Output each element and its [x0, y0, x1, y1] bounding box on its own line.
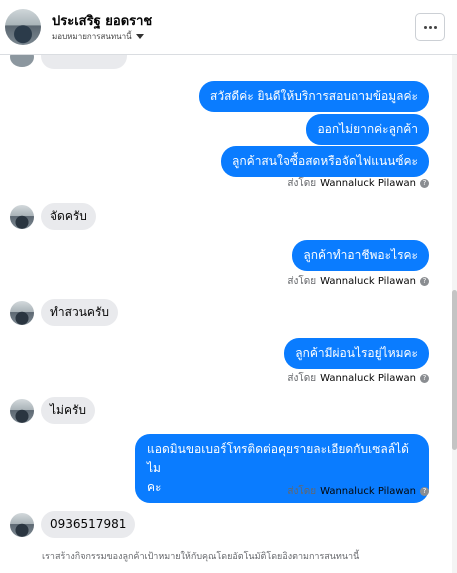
outgoing-message[interactable]: ออกไม่ยากค่ะลูกค้า [306, 114, 429, 145]
sender-name: Wannaluck Pilawan [320, 276, 416, 287]
avatar [10, 513, 34, 537]
contact-name[interactable]: ประเสริฐ ยอดราช [52, 10, 152, 31]
help-icon[interactable]: ? [420, 179, 429, 188]
sent-by-prefix: ส่งโดย [287, 486, 317, 497]
incoming-message[interactable]: ทำสวนครับ [41, 299, 119, 326]
avatar [10, 205, 34, 229]
help-icon[interactable]: ? [420, 374, 429, 383]
lead-activity-note: เราสร้างกิจกรรมของลูกค้าเป้าหมายให้กับคุ… [42, 552, 360, 562]
outgoing-message[interactable]: ลูกค้าสนใจซื้อสดหรือจัดไฟแนนซ์คะ [221, 146, 429, 177]
incoming-message[interactable]: จัดครับ [41, 203, 96, 230]
avatar [10, 301, 34, 325]
scrollbar[interactable] [452, 55, 457, 573]
sent-by-prefix: ส่งโดย [287, 373, 317, 384]
incoming-message[interactable]: 0936517981 [41, 511, 136, 538]
sent-by-prefix: ส่งโดย [287, 178, 317, 189]
incoming-message-partial [41, 55, 127, 69]
more-horizontal-icon [423, 25, 437, 29]
sender-name: Wannaluck Pilawan [320, 373, 416, 384]
sent-by-label: ส่งโดย Wannaluck Pilawan ? [287, 484, 429, 499]
more-options-button[interactable] [415, 13, 445, 41]
scrollbar-thumb[interactable] [452, 290, 457, 450]
sent-by-label: ส่งโดย Wannaluck Pilawan ? [287, 176, 429, 191]
outgoing-message[interactable]: ลูกค้าทำอาชีพอะไรคะ [292, 240, 429, 271]
message-thread[interactable]: สวัสดีค่ะ ยินดีให้บริการสอบถามข้อมูลค่ะ … [0, 55, 452, 573]
help-icon[interactable]: ? [420, 277, 429, 286]
outgoing-message[interactable]: สวัสดีค่ะ ยินดีให้บริการสอบถามข้อมูลค่ะ [199, 81, 429, 112]
conversation-header: ประเสริฐ ยอดราช มอบหมายการสนทนานี้ [0, 0, 457, 55]
outgoing-message[interactable]: ลูกค้ามีผ่อนไรอยู่ไหมคะ [284, 338, 429, 369]
sent-by-label: ส่งโดย Wannaluck Pilawan ? [287, 274, 429, 289]
assign-conversation-dropdown[interactable]: มอบหมายการสนทนานี้ [52, 30, 144, 43]
sender-name: Wannaluck Pilawan [320, 178, 416, 189]
sent-by-prefix: ส่งโดย [287, 276, 317, 287]
avatar [10, 399, 34, 423]
incoming-message[interactable]: ไม่ครับ [41, 397, 96, 424]
sender-name: Wannaluck Pilawan [320, 486, 416, 497]
sent-by-label: ส่งโดย Wannaluck Pilawan ? [287, 371, 429, 386]
help-icon[interactable]: ? [420, 487, 429, 496]
avatar [10, 55, 34, 67]
message-line: แอดมินขอเบอร์โทรติดต่อคุยรายละเอียดกับเซ… [147, 442, 409, 475]
contact-avatar[interactable] [5, 9, 41, 45]
caret-down-icon [135, 34, 144, 39]
assign-label: มอบหมายการสนทนานี้ [52, 32, 132, 41]
